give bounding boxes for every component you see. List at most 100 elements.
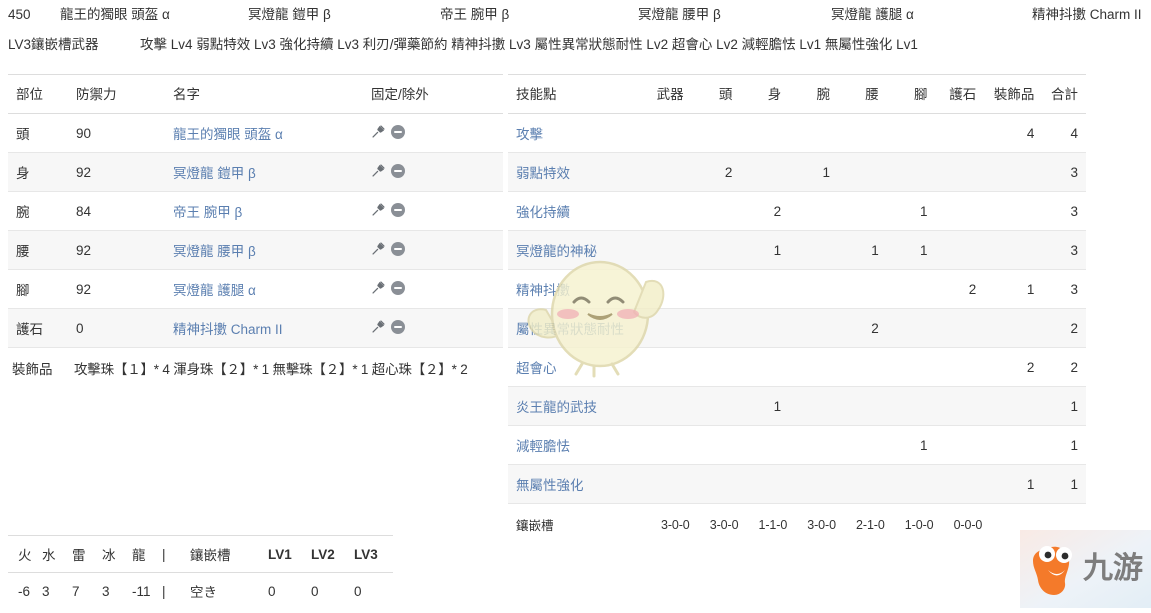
equip-defense: 84 [70, 191, 165, 231]
col-header-defense: 防禦力 [70, 74, 165, 114]
slots-head: 3-0-0 [691, 503, 741, 543]
pin-icon[interactable] [371, 124, 386, 139]
equip-part: 身 [8, 152, 70, 192]
res-value-thunder: 7 [72, 583, 80, 599]
equip-name-link[interactable]: 龍王的獨眼 頭盔 α [173, 127, 283, 142]
skill-legs: 1 [886, 230, 936, 270]
skill-weapon [642, 191, 692, 231]
skill-weapon [642, 308, 692, 348]
equip-defense: 92 [70, 230, 165, 270]
table-row: 無屬性強化 1 1 [508, 464, 1086, 504]
skill-name-link[interactable]: 減輕膽怯 [516, 439, 570, 454]
skill-deco: 1 [984, 269, 1043, 309]
summary-line-skills: LV3鑲嵌槽武器 攻擊 Lv4 弱點特效 Lv3 強化持續 Lv3 利刃/彈藥節… [0, 30, 1151, 60]
skill-head [691, 347, 741, 387]
skill-deco: 1 [984, 464, 1043, 504]
table-row: 超會心 2 2 [508, 347, 1086, 387]
table-row: 精神抖擻 2 1 3 [508, 269, 1086, 309]
res-value-slot: 空き [190, 585, 217, 600]
resistance-header-row: 火 水 雷 冰 龍 | 鑲嵌槽 LV1 LV2 LV3 [8, 535, 393, 573]
skill-charm [935, 230, 985, 270]
pin-icon[interactable] [371, 241, 386, 256]
equip-name-link[interactable]: 冥燈龍 腰甲 β [173, 244, 256, 259]
skills-table: 技能點 武器 頭 身 腕 腰 腳 護石 裝飾品 合計 攻擊 4 4 弱點特效 2… [508, 74, 1086, 543]
col-header-total: 合計 [1042, 74, 1086, 114]
slots-weapon: 3-0-0 [642, 503, 692, 543]
equip-defense: 90 [70, 113, 165, 153]
pin-icon[interactable] [371, 319, 386, 334]
slots-row: 鑲嵌槽 3-0-0 3-0-0 1-1-0 3-0-0 2-1-0 1-0-0 … [508, 503, 1086, 543]
skill-total: 2 [1042, 347, 1086, 387]
skill-body [740, 425, 790, 465]
res-header-slot: 鑲嵌槽 [186, 535, 264, 573]
res-header-thunder: 雷 [68, 535, 98, 573]
skill-arms [789, 191, 838, 231]
res-value-fire: -6 [18, 583, 31, 599]
skill-name-link[interactable]: 強化持續 [516, 205, 570, 220]
res-header-fire: 火 [8, 535, 38, 573]
skill-total: 1 [1042, 425, 1086, 465]
resistance-value-row: -6 3 7 3 -11 | 空き 0 0 0 [8, 573, 393, 610]
skill-weapon [642, 425, 692, 465]
skill-legs [886, 464, 936, 504]
equip-part: 腳 [8, 269, 70, 309]
slots-legs: 1-0-0 [886, 503, 936, 543]
res-value-lv3: 0 [354, 583, 362, 599]
skill-name-link[interactable]: 超會心 [516, 361, 557, 376]
skill-name-link[interactable]: 弱點特效 [516, 166, 570, 181]
equip-name-link[interactable]: 冥燈龍 鎧甲 β [173, 166, 256, 181]
skill-name-link[interactable]: 無屬性強化 [516, 478, 584, 493]
skill-deco [984, 152, 1043, 192]
exclude-icon[interactable] [391, 124, 405, 139]
skill-total: 3 [1042, 230, 1086, 270]
skill-waist: 2 [837, 308, 887, 348]
table-row: 身 92 冥燈龍 鎧甲 β [8, 152, 503, 192]
skill-deco: 4 [984, 113, 1043, 153]
skill-arms [789, 347, 838, 387]
col-header-legs: 腳 [886, 74, 936, 114]
skill-name-link[interactable]: 攻擊 [516, 127, 543, 142]
col-header-skill: 技能點 [508, 74, 643, 114]
summary-skill-list: 攻擊 Lv4 弱點特效 Lv3 強化持續 Lv3 利刃/彈藥節約 精神抖擻 Lv… [140, 37, 918, 52]
col-header-deco: 裝飾品 [984, 74, 1043, 114]
equipment-table: 部位 防禦力 名字 固定/除外 頭 90 龍王的獨眼 頭盔 α 身 92 冥燈龍… [8, 74, 503, 387]
skill-legs: 1 [886, 425, 936, 465]
exclude-icon[interactable] [391, 163, 405, 178]
summary-body-piece: 冥燈龍 鎧甲 β [248, 7, 331, 22]
equip-part: 腰 [8, 230, 70, 270]
exclude-icon[interactable] [391, 202, 405, 217]
skill-deco [984, 386, 1043, 426]
slots-body: 1-1-0 [740, 503, 790, 543]
pin-icon[interactable] [371, 280, 386, 295]
exclude-icon[interactable] [391, 280, 405, 295]
res-header-dragon: 龍 [128, 535, 158, 573]
skill-deco [984, 308, 1043, 348]
exclude-icon[interactable] [391, 319, 405, 334]
skill-head [691, 464, 741, 504]
skill-charm [935, 425, 985, 465]
table-row: 冥燈龍的神秘 1 1 1 3 [508, 230, 1086, 270]
table-row: 護石 0 精神抖擻 Charm II [8, 308, 503, 348]
skill-waist [837, 191, 887, 231]
skill-name-link[interactable]: 精神抖擻 [516, 283, 570, 298]
equip-name-link[interactable]: 帝王 腕甲 β [173, 205, 242, 220]
equip-part: 護石 [8, 308, 70, 348]
pin-icon[interactable] [371, 202, 386, 217]
skill-arms [789, 386, 838, 426]
equip-name-link[interactable]: 冥燈龍 護腿 α [173, 283, 256, 298]
skill-waist [837, 464, 887, 504]
skill-name-link[interactable]: 炎王龍的武技 [516, 400, 597, 415]
skill-name-link[interactable]: 冥燈龍的神秘 [516, 244, 597, 259]
equip-name-link[interactable]: 精神抖擻 Charm II [173, 322, 283, 337]
equipment-panel: 部位 防禦力 名字 固定/除外 頭 90 龍王的獨眼 頭盔 α 身 92 冥燈龍… [8, 74, 503, 387]
pin-icon[interactable] [371, 163, 386, 178]
res-header-lv2: LV2 [307, 535, 350, 573]
skill-body: 2 [740, 191, 790, 231]
col-header-weapon: 武器 [642, 74, 692, 114]
equip-defense: 92 [70, 269, 165, 309]
summary-line-equipment: 450 龍王的獨眼 頭盔 α 冥燈龍 鎧甲 β 帝王 腕甲 β 冥燈龍 腰甲 β… [0, 0, 1151, 30]
skill-waist: 1 [837, 230, 887, 270]
skill-name-link[interactable]: 屬性異常狀態耐性 [516, 322, 624, 337]
exclude-icon[interactable] [391, 241, 405, 256]
skill-waist [837, 152, 887, 192]
